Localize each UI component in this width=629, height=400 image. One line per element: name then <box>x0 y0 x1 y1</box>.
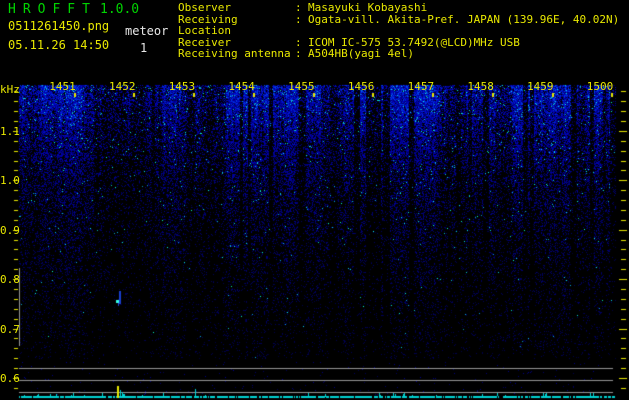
station-info-row: Observer: Masayuki Kobayashi <box>178 2 619 14</box>
time-tick-label: 1454 <box>228 80 255 93</box>
station-info-row: Receiving Location: Ogata-vill. Akita-Pre… <box>178 12 620 37</box>
time-tick-label: 1451 <box>49 80 76 93</box>
time-tick-label: 1455 <box>288 80 315 93</box>
freq-tick-label: 0.9 <box>0 223 20 237</box>
hrofft-window: HROFFT 1.0.0 0511261450.png meteor 05.11… <box>0 0 629 400</box>
output-filename: 0511261450.png <box>8 19 110 33</box>
observation-datetime: 05.11.26 14:50 <box>8 38 110 52</box>
station-colon: : <box>295 12 302 26</box>
station-label: Receiving antenna <box>178 47 291 60</box>
station-info-block: Observer: Masayuki Kobayashi Receiving Loc… <box>178 2 619 60</box>
time-tick-label: 1452 <box>108 80 136 93</box>
frequency-unit-label: kHz <box>0 83 20 96</box>
station-label: Receiving Location <box>178 12 238 37</box>
freq-tick-label: 0.8 <box>0 273 20 287</box>
time-tick-label: 1453 <box>168 80 196 93</box>
station-colon: : <box>295 47 302 60</box>
app-version: 1.0.0 <box>100 2 140 17</box>
app-title: HROFFT <box>8 2 97 17</box>
station-value: A504HB(yagi 4el) <box>308 47 414 60</box>
freq-tick-label: 0.6 <box>0 372 20 385</box>
time-tick-label: 1459 <box>527 80 554 93</box>
channel-number: 1 <box>140 41 148 55</box>
station-info-row: Receiving antenna: A504HB(yagi 4el) <box>178 48 619 60</box>
observation-mode: meteor <box>125 24 169 38</box>
station-label: Observer <box>178 1 231 14</box>
time-tick-label: 1456 <box>347 80 375 93</box>
station-colon: : <box>295 1 302 14</box>
station-value: Ogata-vill. Akita-Pref. JAPAN (139.96E, … <box>308 12 620 26</box>
freq-tick-label: 1.0 <box>0 174 20 188</box>
spectrogram-canvas <box>0 0 629 400</box>
time-tick-label: 1457 <box>407 80 435 93</box>
freq-tick-label: 1.1 <box>0 125 20 138</box>
time-tick-label: 1458 <box>467 80 494 93</box>
station-value: Masayuki Kobayashi <box>308 1 428 14</box>
time-tick-label: 1500 <box>586 80 614 93</box>
freq-tick-label: 0.7 <box>0 322 20 336</box>
